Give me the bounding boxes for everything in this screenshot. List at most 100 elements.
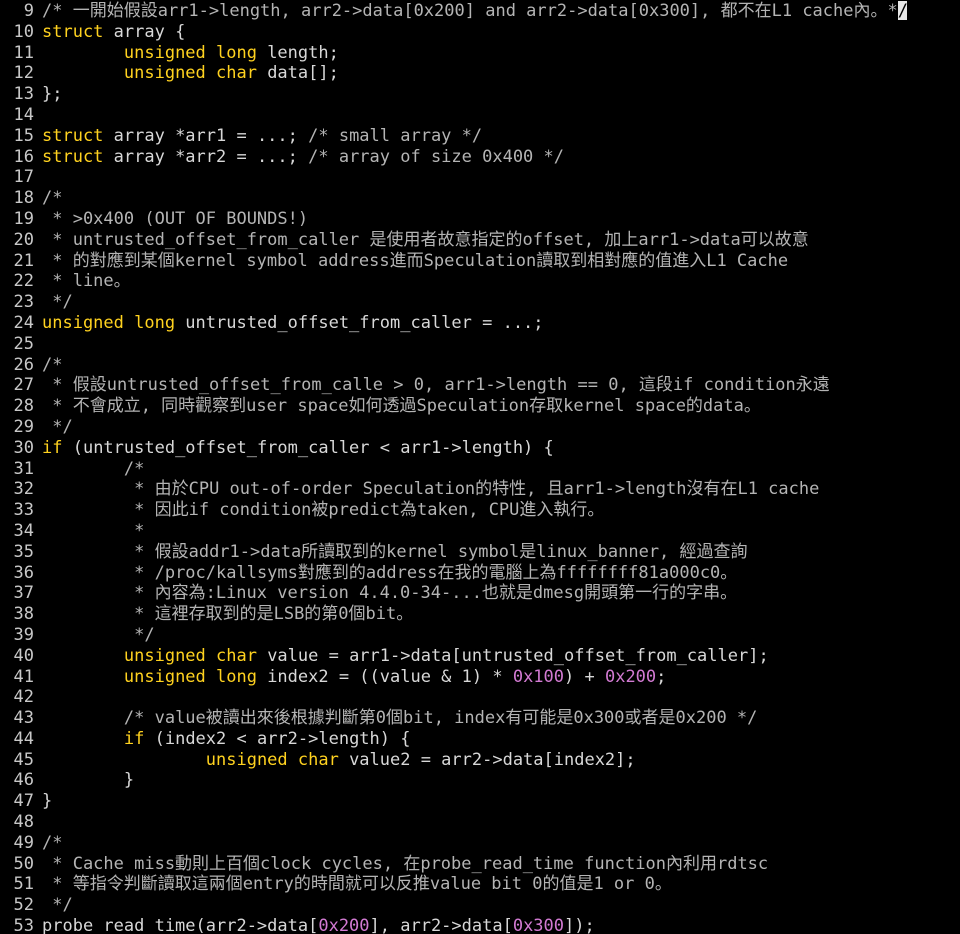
code-comment: * Cache miss動則上百個clock cycles, 在probe_re… (42, 853, 769, 874)
code-line[interactable]: 27 * 假設untrusted_offset_from_calle > 0, … (0, 375, 960, 396)
code-keyword: unsigned char (123, 645, 257, 666)
code-number: 0x100 (512, 666, 565, 687)
code-content: unsigned char value = arr1->data[untrust… (42, 646, 769, 666)
code-comment: /* value被讀出來後根據判斷第0個bit, index有可能是0x300或… (123, 708, 758, 729)
code-line[interactable]: 29 */ (0, 417, 960, 438)
code-line[interactable]: 23 */ (0, 292, 960, 313)
code-line[interactable]: 18 /* (0, 188, 960, 209)
code-comment: * 的對應到某個kernel symbol address進而Speculati… (42, 250, 789, 271)
line-number: 50 (13, 853, 34, 874)
code-line[interactable]: 48 (0, 812, 960, 833)
code-line[interactable]: 32 * 由於CPU out-of-order Speculation的特性, … (0, 479, 960, 500)
code-line[interactable]: 53 probe_read_time(arr2->data[0x200], arr… (0, 916, 960, 934)
line-number: 26 (13, 354, 34, 375)
code-comment: /* (123, 458, 145, 479)
code-line[interactable]: 41 unsigned long index2 = ((value & 1) *… (0, 667, 960, 688)
line-number: 35 (13, 541, 34, 562)
code-line[interactable]: 35 * 假設addr1->data所讀取到的kernel symbol是lin… (0, 542, 960, 563)
line-number: 10 (13, 21, 34, 42)
code-line[interactable]: 40 unsigned char value = arr1->data[untr… (0, 646, 960, 667)
code-content: */ (42, 417, 72, 437)
code-line[interactable]: 46 } (0, 770, 960, 791)
code-line[interactable]: 14 (0, 105, 960, 126)
code-line[interactable]: 19 * >0x400 (OUT OF BOUNDS!) (0, 209, 960, 230)
line-number: 51 (13, 874, 34, 895)
code-line[interactable]: 28 * 不會成立, 同時觀察到user space如何透過Speculatio… (0, 396, 960, 417)
code-text: ]); (564, 916, 595, 934)
code-content: * 假設addr1->data所讀取到的kernel symbol是linux_… (42, 542, 747, 562)
code-line[interactable]: 37 * 內容為:Linux version 4.4.0-34-...也就是dm… (0, 583, 960, 604)
code-line[interactable]: 49 /* (0, 833, 960, 854)
code-comment: * line。 (42, 271, 131, 292)
code-text: ; (656, 666, 667, 687)
line-number: 37 (13, 583, 34, 604)
code-text: index2 = ((value & 1) * (256, 666, 513, 687)
code-content: /* (42, 188, 62, 208)
code-content: * (42, 521, 144, 541)
line-number: 29 (13, 416, 34, 437)
code-line[interactable]: 33 * 因此if condition被predict為taken, CPU進入… (0, 500, 960, 521)
line-number: 45 (13, 749, 34, 770)
code-line[interactable]: 20 * untrusted_offset_from_caller 是使用者故意… (0, 230, 960, 251)
line-number: 15 (13, 125, 34, 146)
code-content: * 假設untrusted_offset_from_calle > 0, arr… (42, 375, 830, 395)
code-line[interactable]: 12 unsigned char data[]; (0, 63, 960, 84)
code-line[interactable]: 38 * 這裡存取到的是LSB的第0個bit。 (0, 604, 960, 625)
code-line[interactable]: 43 /* value被讀出來後根據判斷第0個bit, index有可能是0x3… (0, 708, 960, 729)
line-number: 42 (13, 687, 34, 708)
code-line[interactable]: 22 * line。 (0, 271, 960, 292)
code-editor[interactable]: 9 /* 一開始假設arr1->length, arr2->data[0x200]… (0, 0, 960, 934)
code-content: unsigned long untrusted_offset_from_call… (42, 313, 544, 333)
code-line[interactable]: 21 * 的對應到某個kernel symbol address進而Specul… (0, 251, 960, 272)
code-line[interactable]: 13}; (0, 84, 960, 105)
code-text: array *arr1 = ...; (103, 125, 309, 146)
code-keyword: if (42, 437, 63, 458)
code-line[interactable]: 50 * Cache miss動則上百個clock cycles, 在probe… (0, 854, 960, 875)
code-line[interactable]: 51 * 等指令判斷讀取這兩個entry的時間就可以反推value bit 0的… (0, 874, 960, 895)
line-number: 34 (13, 520, 34, 541)
line-number: 18 (13, 188, 34, 209)
code-line[interactable]: 9 /* 一開始假設arr1->length, arr2->data[0x200]… (0, 1, 960, 22)
code-line[interactable]: 24 unsigned long untrusted_offset_from_ca… (0, 313, 960, 334)
code-line[interactable]: 11 unsigned long length; (0, 43, 960, 64)
code-line[interactable]: 44 if (index2 < arr2->length) { (0, 729, 960, 750)
code-line[interactable]: 25 (0, 334, 960, 355)
code-line[interactable]: 26 /* (0, 355, 960, 376)
code-number: 0x200 (604, 666, 657, 687)
code-line[interactable]: 47} (0, 791, 960, 812)
line-number: 36 (13, 562, 34, 583)
code-keyword: struct (42, 125, 104, 146)
code-comment: /* (42, 188, 63, 209)
code-line[interactable]: 30 if (untrusted_offset_from_caller < arr… (0, 438, 960, 459)
code-keyword: unsigned char (205, 749, 339, 770)
code-line[interactable]: 16 struct array *arr2 = ...; /* array of … (0, 147, 960, 168)
code-line[interactable]: 10 struct array { (0, 22, 960, 43)
line-number: 43 (13, 708, 34, 729)
code-line[interactable]: 17 (0, 167, 960, 188)
line-number: 48 (13, 812, 34, 833)
line-number: 32 (13, 479, 34, 500)
code-line[interactable]: 52 */ (0, 895, 960, 916)
code-line[interactable]: 34 * (0, 521, 960, 542)
code-content: */ (42, 625, 154, 645)
code-line[interactable]: 39 */ (0, 625, 960, 646)
code-content: /* (42, 355, 62, 375)
code-text: } (42, 791, 53, 812)
code-line[interactable]: 15 struct array *arr1 = ...; /* small arr… (0, 126, 960, 147)
code-keyword: unsigned char (123, 63, 257, 84)
code-comment: * 由於CPU out-of-order Speculation的特性, 且ar… (123, 479, 820, 500)
code-keyword: unsigned long (123, 42, 257, 63)
code-line[interactable]: 45 unsigned char value2 = arr2->data[ind… (0, 750, 960, 771)
code-line[interactable]: 31 /* (0, 459, 960, 480)
code-line[interactable]: 36 * /proc/kallsyms對應到的address在我的電腦上為fff… (0, 563, 960, 584)
code-line[interactable]: 42 (0, 687, 960, 708)
